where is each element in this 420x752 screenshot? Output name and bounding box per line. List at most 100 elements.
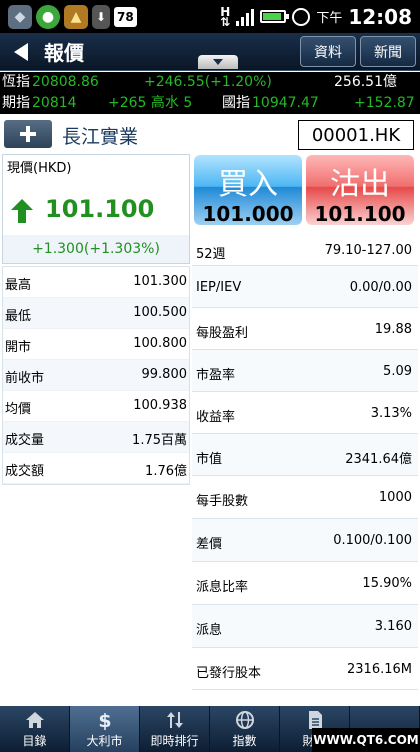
ticker-value: 20808.86 (32, 74, 99, 90)
nav-label: 即時排行 (150, 734, 199, 748)
ticker-value: 20814 (32, 95, 77, 111)
buy-price: 101.000 (202, 202, 294, 225)
network-type-icon: H ⇅ (220, 4, 231, 29)
game-notification-icon: ▲ (64, 4, 88, 29)
ticker-label: 國指 (222, 95, 250, 111)
table-row: 均價 100.938 (3, 391, 189, 422)
stat-value: 19.88 (374, 322, 412, 337)
table-row: 前收市 99.800 (3, 360, 189, 391)
stat-label: 市盈率 (196, 368, 236, 383)
stat-value: 2341.64億 (345, 452, 412, 467)
home-icon (25, 710, 45, 730)
stat-label: 派息比率 (196, 580, 249, 595)
stat-label: 最高 (5, 278, 32, 293)
app-header: 報價 資料 新聞 (0, 33, 420, 71)
signal-strength-icon (236, 8, 255, 26)
table-row: 最低 100.500 (3, 298, 189, 329)
stock-name: 長江實業 (62, 126, 139, 148)
stat-value: 15.90% (362, 576, 412, 591)
price-change: +1.300(+1.303%) (3, 235, 189, 263)
stock-header: 長江實業 00001.HK (0, 114, 420, 154)
svg-text:$: $ (98, 710, 111, 730)
ticker-change: +265 高水 5 (108, 95, 193, 111)
table-row: 最高 101.300 (3, 267, 189, 298)
add-watchlist-button[interactable] (4, 120, 52, 148)
up-arrow-icon (11, 199, 33, 223)
status-bar: ◆ ● ▲ ⬇ 78 H ⇅ 下午 12:08 (0, 0, 420, 33)
sell-label: 沽出 (330, 167, 390, 202)
nav-item-index[interactable]: 指數 (210, 706, 280, 752)
table-row: IEP/IEV 0.00/0.00 (192, 266, 418, 308)
nav-item-menu[interactable]: 目錄 (0, 706, 70, 752)
nav-item-ranking[interactable]: 即時排行 (140, 706, 210, 752)
stat-value: 1.76億 (145, 464, 187, 479)
stat-label: IEP/IEV (196, 280, 242, 295)
news-button[interactable]: 新聞 (360, 36, 416, 67)
document-icon (305, 710, 325, 730)
globe-icon (235, 710, 255, 730)
nav-label: 大利市 (86, 734, 123, 748)
stat-label: 收益率 (196, 410, 236, 425)
stat-label: 最低 (5, 309, 32, 324)
buy-button[interactable]: 買入 101.000 (194, 155, 302, 225)
stat-value: 0.00/0.00 (349, 280, 412, 295)
stat-label: 市值 (196, 452, 223, 467)
stat-label: 派息 (196, 623, 223, 638)
table-row: 派息 3.160 (192, 605, 418, 648)
nav-item-dalishi[interactable]: $ 大利市 (70, 706, 140, 752)
table-row: 派息比率 15.90% (192, 562, 418, 605)
table-row: 市值 2341.64億 (192, 434, 418, 476)
table-row: 成交額 1.76億 (3, 453, 189, 484)
table-row: 差價 0.100/0.100 (192, 519, 418, 562)
right-stats-table: 52週 79.10-127.00 IEP/IEV 0.00/0.00 每股盈利 19.… (192, 234, 418, 690)
download-icon: ⬇ (92, 4, 110, 29)
clock-time: 12:08 (348, 4, 412, 29)
dropdown-menu-icon[interactable] (198, 55, 238, 69)
ticker-label: 恆指 (2, 74, 30, 90)
stat-value: 3.160 (374, 619, 412, 634)
stat-value: 101.300 (133, 274, 187, 289)
table-row: 收益率 3.13% (192, 392, 418, 434)
chat-notification-icon: ● (36, 4, 60, 29)
ticker-row-hsi: 恆指 20808.86 +246.55(+1.20%) 256.51億 (0, 72, 420, 93)
plus-icon (20, 126, 36, 142)
sell-button[interactable]: 沽出 101.100 (306, 155, 414, 225)
back-arrow-icon[interactable] (0, 33, 44, 71)
info-button[interactable]: 資料 (300, 36, 356, 67)
stat-label: 成交量 (5, 433, 45, 448)
left-stats-table: 最高 101.300 最低 100.500 開市 100.800 前收市 99.800 … (2, 266, 190, 485)
app-notification-icon: ◆ (8, 4, 32, 29)
sort-icon (165, 710, 185, 730)
ticker-value: 10947.47 (252, 95, 319, 111)
stat-value: 79.10-127.00 (324, 243, 412, 258)
stat-value: 2316.16M (347, 662, 412, 677)
stat-value: 3.13% (370, 406, 412, 421)
stat-label: 已發行股本 (196, 666, 262, 681)
sell-price: 101.100 (314, 202, 406, 225)
stat-label: 每股盈利 (196, 326, 249, 341)
dollar-icon: $ (95, 710, 115, 730)
stat-label: 均價 (5, 402, 32, 417)
stat-label: 前收市 (5, 371, 45, 386)
stat-value: 1.75百萬 (132, 433, 187, 448)
buy-label: 買入 (218, 167, 278, 202)
nav-label: 指數 (232, 734, 257, 748)
table-row: 成交量 1.75百萬 (3, 422, 189, 453)
ticker-turnover: 256.51億 (334, 74, 397, 90)
table-row: 每手股數 1000 (192, 476, 418, 519)
ticker-change: +246.55(+1.20%) (144, 74, 272, 90)
stock-code-input[interactable]: 00001.HK (298, 120, 414, 150)
stat-label: 52週 (196, 247, 226, 262)
current-price-panel: 現價(HKD) 101.100 +1.300(+1.303%) (2, 154, 190, 264)
table-row: 52週 79.10-127.00 (192, 234, 418, 266)
ticker-label: 期指 (2, 95, 30, 111)
notification-count-badge: 78 (114, 6, 137, 27)
stat-value: 99.800 (141, 367, 188, 382)
nav-label: 目錄 (22, 734, 47, 748)
price-value: 101.100 (45, 195, 155, 223)
stat-label: 每手股數 (196, 494, 249, 509)
ticker-change: +152.87 (354, 95, 415, 111)
watermark: WWW.QT6.COM (312, 728, 420, 752)
stat-label: 差價 (196, 537, 223, 552)
stat-value: 0.100/0.100 (333, 533, 412, 548)
